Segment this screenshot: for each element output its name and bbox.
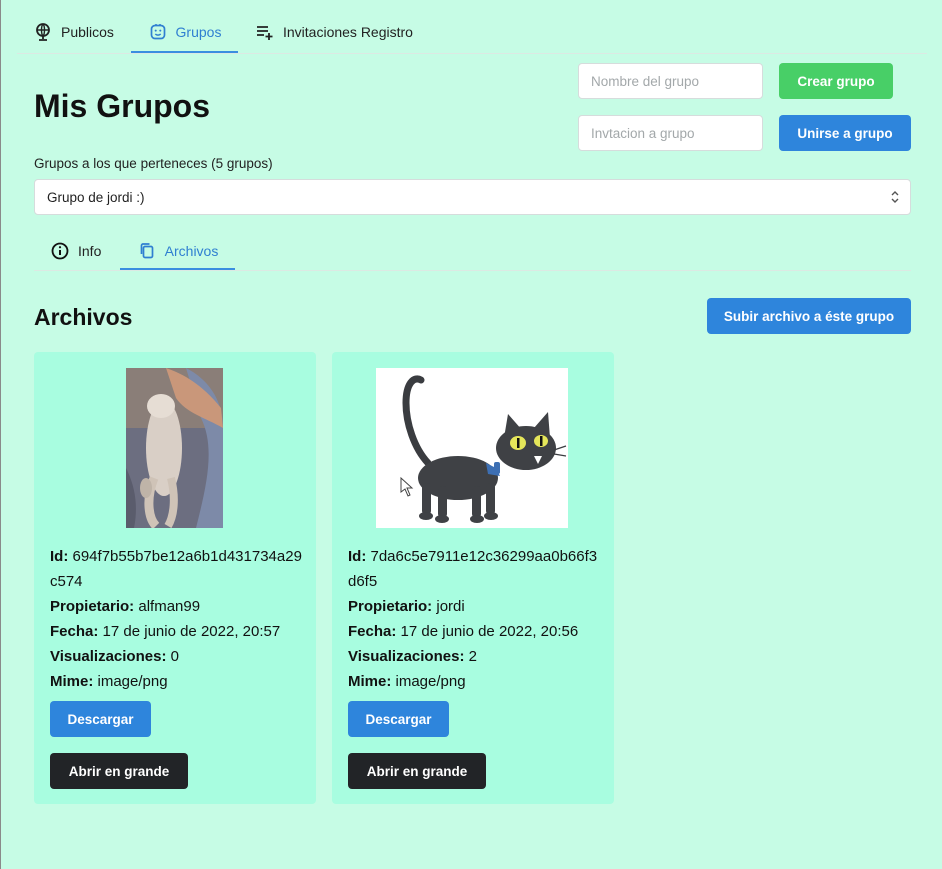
file-mime: image/png [97,673,168,690]
group-select[interactable]: Grupo de jordi :) [34,179,911,215]
group-face-icon [148,22,168,42]
create-group-button[interactable]: Crear grupo [779,63,893,99]
group-name-input[interactable] [578,63,763,99]
open-large-button[interactable]: Abrir en grande [50,753,188,789]
file-id: 694f7b55b7be12a6b1d431734a29c574 [50,548,302,590]
file-id: 7da6c5e7911e12c36299aa0b66f3d6f5 [348,548,598,590]
tab-label: Publicos [61,24,114,40]
tab-label: Archivos [164,242,219,259]
join-group-button[interactable]: Unirse a grupo [779,115,911,151]
tab-label: Info [78,243,102,259]
id-label: Id: [50,548,69,565]
file-views: 2 [468,648,477,665]
date-label: Fecha: [348,623,397,640]
file-views: 0 [170,648,179,665]
owner-label: Propietario: [50,598,135,615]
selected-group: Grupo de jordi :) [47,189,145,205]
tab-archivos[interactable]: Archivos [120,233,235,270]
file-date: 17 de junio de 2022, 20:57 [102,623,281,640]
file-date-row: Fecha: 17 de junio de 2022, 20:56 [348,619,600,644]
file-id-row: Id: 694f7b55b7be12a6b1d431734a29c574 [50,544,302,594]
kitten-photo-thumbnail[interactable] [126,368,223,530]
views-label: Visualizaciones: [348,648,465,665]
file-owner-row: Propietario: alfman99 [50,594,302,619]
top-nav-tabs: Publicos Grupos Invitaciones Registro [17,12,927,54]
file-info: Id: 7da6c5e7911e12c36299aa0b66f3d6f5 Pro… [348,544,600,694]
group-invite-input[interactable] [578,115,763,151]
file-views-row: Visualizaciones: 2 [348,644,600,669]
open-large-button[interactable]: Abrir en grande [348,753,486,789]
file-card: Id: 7da6c5e7911e12c36299aa0b66f3d6f5 Pro… [332,352,614,804]
file-owner: jordi [436,598,465,615]
download-button[interactable]: Descargar [348,701,449,737]
tab-grupos[interactable]: Grupos [131,12,238,53]
file-mime: image/png [395,673,466,690]
copy-files-icon [137,241,157,261]
tab-label: Grupos [175,23,222,40]
files-section-title: Archivos [34,304,133,330]
download-button[interactable]: Descargar [50,701,151,737]
file-mime-row: Mime: image/png [348,669,600,694]
page-title: Mis Grupos [34,88,211,124]
file-date: 17 de junio de 2022, 20:56 [400,623,579,640]
file-owner-row: Propietario: jordi [348,594,600,619]
select-chevron-icon [890,189,900,208]
date-label: Fecha: [50,623,99,640]
mime-label: Mime: [50,673,94,690]
file-card: Id: 694f7b55b7be12a6b1d431734a29c574 Pro… [34,352,316,804]
tab-publicos[interactable]: Publicos [33,12,114,52]
upload-file-button[interactable]: Subir archivo a éste grupo [707,298,911,334]
id-label: Id: [348,548,367,565]
file-date-row: Fecha: 17 de junio de 2022, 20:57 [50,619,302,644]
globe-icon [33,22,53,42]
views-label: Visualizaciones: [50,648,167,665]
file-id-row: Id: 7da6c5e7911e12c36299aa0b66f3d6f5 [348,544,600,594]
group-subtabs: Info Archivos [34,233,911,271]
cartoon-cat-thumbnail[interactable] [376,368,568,528]
mime-label: Mime: [348,673,392,690]
file-views-row: Visualizaciones: 0 [50,644,302,669]
tab-info[interactable]: Info [50,233,101,269]
playlist-add-icon [255,22,275,42]
tab-invitaciones-registro[interactable]: Invitaciones Registro [255,12,413,52]
tab-label: Invitaciones Registro [283,24,413,40]
file-mime-row: Mime: image/png [50,669,302,694]
info-icon [50,241,70,261]
file-info: Id: 694f7b55b7be12a6b1d431734a29c574 Pro… [50,544,302,694]
owner-label: Propietario: [348,598,433,615]
groups-label: Grupos a los que perteneces (5 grupos) [34,156,273,171]
file-owner: alfman99 [138,598,201,615]
